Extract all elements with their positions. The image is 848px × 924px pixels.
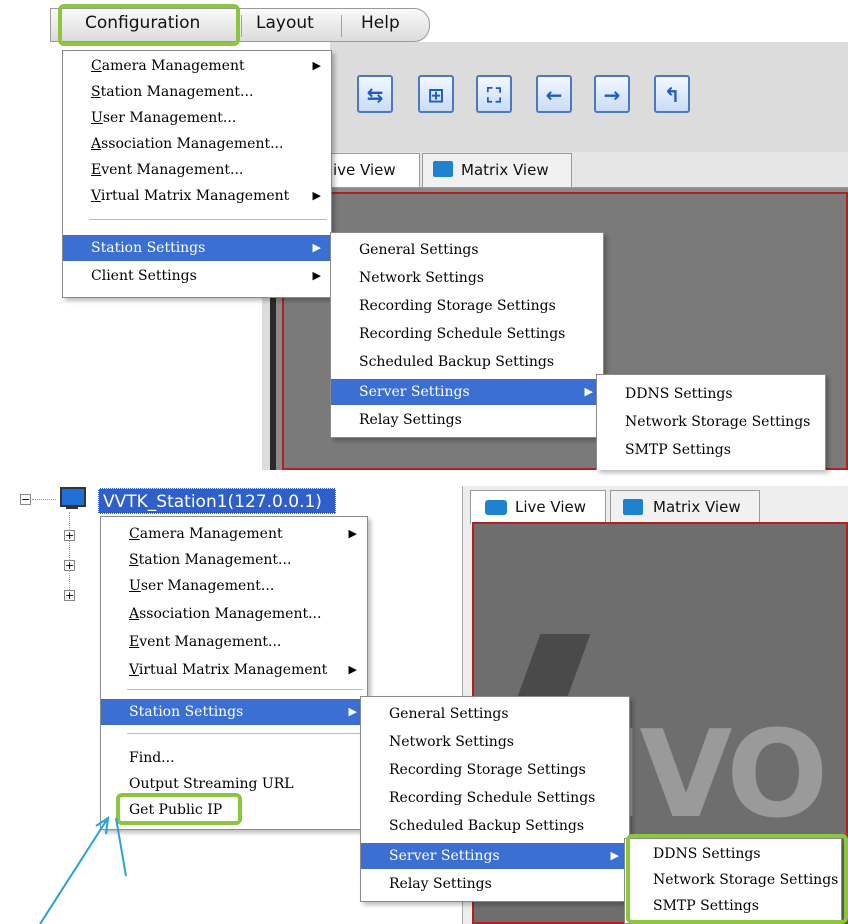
menu-item-user-management[interactable]: User Management... [63,105,331,131]
submenu-arrow-icon: ▶ [312,189,321,202]
callout-arrow-line [115,817,127,877]
tab-matrix-view[interactable]: Matrix View [422,153,572,187]
station-settings-menu: General Settings Network Settings Record… [330,232,604,438]
menu-item-camera-management[interactable]: Camera Management ▶ [63,53,331,79]
menu-help[interactable]: Help [361,13,400,33]
swap-icon[interactable]: ⇆ [357,75,393,113]
menu-item-association-management[interactable]: Association Management... [63,131,331,157]
tab-live-view-2-label: Live View [515,498,586,516]
menu-item-virtual-matrix-management-2[interactable]: Virtual Matrix Management ▶ [101,657,367,683]
tab-matrix-view-2-label: Matrix View [653,498,741,516]
menu-item-network-settings[interactable]: Network Settings [331,265,603,291]
server-settings-menu: DDNS Settings Network Storage Settings S… [596,374,826,470]
grid-layout-icon[interactable]: ⊞ [418,75,454,113]
menu-item-general-settings-2[interactable]: General Settings [361,701,629,727]
tree-collapse-icon[interactable]: − [20,494,31,505]
menu-item-scheduled-backup-settings[interactable]: Scheduled Backup Settings [331,349,603,375]
tv-icon [433,161,453,177]
submenu-arrow-icon: ▶ [610,849,619,862]
menu-item-station-settings-2[interactable]: Station Settings ▶ [101,699,367,725]
menu-item-relay-settings[interactable]: Relay Settings [331,407,603,433]
station-settings-menu-2: General Settings Network Settings Record… [360,696,630,902]
configuration-menu: Camera Management ▶ Station Management...… [62,50,332,298]
toolbar-area [330,42,848,152]
menu-item-recording-schedule-settings-2[interactable]: Recording Schedule Settings [361,785,629,811]
tab-matrix-view-label: Matrix View [461,161,549,179]
submenu-arrow-icon: ▶ [312,241,321,254]
submenu-arrow-icon: ▶ [348,663,357,676]
fullscreen-icon[interactable]: ⛶ [476,75,512,113]
menu-item-network-settings-2[interactable]: Network Settings [361,729,629,755]
highlight-server-settings-submenu [626,834,848,924]
camera-icon [485,500,507,515]
tv-icon [623,499,643,515]
menu-item-network-storage-settings[interactable]: Network Storage Settings [597,409,825,435]
menu-layout[interactable]: Layout [256,13,314,33]
tree-expand-icon[interactable]: + [64,590,75,601]
tab-live-view[interactable]: ive View [320,153,420,187]
back-arrow-icon[interactable]: ← [536,75,572,113]
menu-item-station-settings[interactable]: Station Settings ▶ [63,235,331,261]
submenu-arrow-icon: ▶ [348,527,357,540]
menu-item-smtp-settings[interactable]: SMTP Settings [597,437,825,463]
callout-arrow-line [39,817,109,924]
tab-live-view-2[interactable]: Live View [470,490,606,524]
station-node[interactable]: VVTK_Station1(127.0.0.1) [98,488,336,514]
menu-item-station-management[interactable]: Station Management... [63,79,331,105]
menu-item-client-settings[interactable]: Client Settings ▶ [63,263,331,289]
submenu-arrow-icon: ▶ [584,385,593,398]
menu-item-virtual-matrix-management[interactable]: Virtual Matrix Management ▶ [63,183,331,209]
menu-item-server-settings-2[interactable]: Server Settings ▶ [361,843,629,869]
menu-item-event-management[interactable]: Event Management... [63,157,331,183]
menu-item-camera-management-2[interactable]: Camera Management ▶ [101,521,367,547]
menu-item-general-settings[interactable]: General Settings [331,237,603,263]
menu-item-recording-schedule-settings[interactable]: Recording Schedule Settings [331,321,603,347]
menu-item-user-management-2[interactable]: User Management... [101,573,367,599]
forward-arrow-icon[interactable]: → [594,75,630,113]
submenu-arrow-icon: ▶ [312,59,321,72]
submenu-arrow-icon: ▶ [312,269,321,282]
tree-expand-icon[interactable]: + [64,560,75,571]
menu-item-association-management-2[interactable]: Association Management... [101,601,367,627]
menu-item-relay-settings-2[interactable]: Relay Settings [361,871,629,897]
menu-item-station-management-2[interactable]: Station Management... [101,547,367,573]
menu-item-recording-storage-settings-2[interactable]: Recording Storage Settings [361,757,629,783]
menu-item-ddns-settings[interactable]: DDNS Settings [597,381,825,407]
submenu-arrow-icon: ▶ [348,705,357,718]
menu-item-recording-storage-settings[interactable]: Recording Storage Settings [331,293,603,319]
tab-live-view-label: ive View [333,161,396,179]
callout-arrows [39,815,127,924]
highlight-configuration [58,4,240,46]
tab-matrix-view-2[interactable]: Matrix View [610,490,760,524]
menu-item-event-management-2[interactable]: Event Management... [101,629,367,655]
menu-item-server-settings[interactable]: Server Settings ▶ [331,379,603,405]
menu-item-find[interactable]: Find... [101,745,367,771]
station-monitor-icon [58,487,86,511]
menu-item-scheduled-backup-settings-2[interactable]: Scheduled Backup Settings [361,813,629,839]
return-icon[interactable]: ↰ [654,75,690,113]
tree-expand-icon[interactable]: + [64,530,75,541]
